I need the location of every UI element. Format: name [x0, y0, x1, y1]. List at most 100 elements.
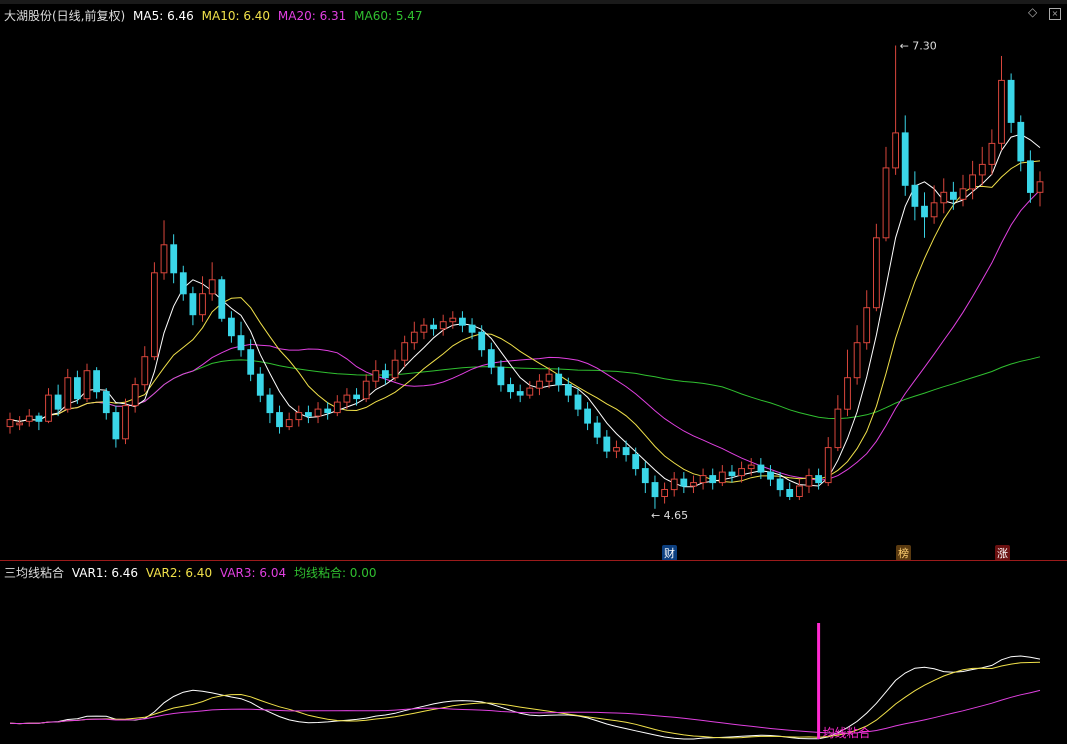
- candle: [64, 368, 72, 413]
- candle-body: [824, 447, 832, 484]
- candle-body: [83, 370, 91, 400]
- candle-body: [247, 349, 255, 375]
- candle: [940, 178, 948, 214]
- candle: [170, 234, 178, 284]
- candle: [632, 447, 640, 476]
- candle-body: [815, 475, 823, 484]
- indicator-panel[interactable]: 均线粘合 三均线粘合 VAR1: 6.46 VAR2: 6.40 VAR3: 6…: [0, 560, 1067, 744]
- candle: [670, 472, 678, 497]
- sub-legend: 三均线粘合 VAR1: 6.46 VAR2: 6.40 VAR3: 6.04 均…: [4, 564, 381, 581]
- candle: [555, 367, 563, 392]
- candle-body: [844, 377, 851, 410]
- candle-body: [276, 412, 283, 428]
- candle: [998, 55, 1005, 151]
- candle-body: [343, 394, 351, 403]
- candle-body: [661, 489, 669, 497]
- candle: [1036, 171, 1044, 207]
- candle: [276, 405, 283, 434]
- candle: [324, 402, 332, 420]
- candle: [74, 370, 81, 404]
- candle: [603, 430, 611, 459]
- candle-body: [430, 324, 438, 330]
- candle: [218, 276, 226, 322]
- candle-body: [593, 422, 601, 438]
- candle: [151, 262, 158, 361]
- candle-body: [574, 394, 582, 410]
- candle-body: [54, 394, 62, 410]
- candle-body: [35, 415, 43, 422]
- candle-body: [141, 356, 149, 386]
- var2-legend: VAR2: 6.40: [145, 566, 213, 580]
- candle-body: [295, 412, 303, 421]
- candle-body: [641, 468, 649, 484]
- candle: [641, 461, 649, 494]
- candle: [228, 311, 235, 343]
- candle-body: [25, 415, 33, 422]
- candle-body: [401, 342, 409, 361]
- candle: [208, 262, 216, 301]
- candle: [266, 388, 274, 424]
- candle: [285, 412, 293, 431]
- candle: [401, 335, 409, 368]
- price-chart[interactable]: ← 7.30 ← 4.65: [0, 0, 1067, 560]
- candle: [950, 181, 957, 210]
- candle-body: [102, 391, 110, 414]
- candle: [593, 416, 601, 445]
- candle-body: [834, 408, 842, 449]
- diamond-icon[interactable]: ◇: [1028, 5, 1037, 19]
- candle: [112, 405, 120, 448]
- candle-body: [256, 373, 264, 396]
- candle: [362, 374, 370, 403]
- candle-body: [516, 391, 524, 396]
- candle-body: [420, 324, 428, 333]
- close-box-icon[interactable]: ×: [1049, 8, 1061, 20]
- candle-body: [160, 244, 168, 274]
- candle: [786, 482, 794, 501]
- candle-body: [112, 412, 120, 440]
- candle-body: [382, 370, 389, 379]
- candle-body: [64, 377, 72, 410]
- var3-line: [9, 689, 1041, 734]
- candle-body: [950, 191, 957, 200]
- candle-body: [603, 436, 611, 452]
- candle: [295, 405, 303, 427]
- candle-body: [199, 293, 206, 316]
- candle-body: [179, 272, 187, 295]
- candle: [382, 363, 389, 385]
- candle-body: [863, 307, 871, 344]
- candle-body: [151, 272, 158, 358]
- candle-body: [680, 478, 688, 487]
- candle-body: [237, 335, 245, 351]
- badge-bang[interactable]: 榜: [896, 545, 911, 561]
- badge-zhang[interactable]: 涨: [995, 545, 1010, 561]
- candle-body: [314, 408, 322, 417]
- candle: [661, 482, 669, 504]
- indicator-chart[interactable]: 均线粘合: [0, 561, 1067, 744]
- candle: [651, 475, 659, 509]
- ma5-legend: MA5: 6.46: [133, 9, 194, 23]
- candle-body: [699, 475, 707, 484]
- candle: [353, 388, 361, 406]
- candle-body: [228, 317, 235, 337]
- high-price-label: ← 7.30: [900, 39, 937, 52]
- candle: [141, 346, 149, 392]
- candle-body: [998, 79, 1005, 144]
- var2-line: [9, 661, 1041, 739]
- candle: [391, 349, 399, 382]
- candle-body: [189, 293, 197, 316]
- candle: [459, 311, 466, 333]
- main-legend: 大湖股份(日线,前复权) MA5: 6.46 MA10: 6.40 MA20: …: [4, 7, 427, 24]
- candle-body: [449, 317, 457, 323]
- ma60-legend: MA60: 5.47: [354, 9, 423, 23]
- candle-body: [131, 384, 139, 407]
- candle: [921, 192, 928, 238]
- candle: [564, 377, 572, 403]
- candle: [478, 325, 486, 357]
- candle-body: [882, 167, 890, 239]
- candle-body: [362, 380, 370, 400]
- candle-body: [1007, 79, 1015, 123]
- main-chart-panel[interactable]: ← 7.30 ← 4.65 大湖股份(日线,前复权) MA5: 6.46 MA10…: [0, 0, 1067, 561]
- candle-body: [353, 394, 361, 400]
- candle: [1027, 150, 1034, 203]
- badge-cai[interactable]: 财: [662, 545, 677, 561]
